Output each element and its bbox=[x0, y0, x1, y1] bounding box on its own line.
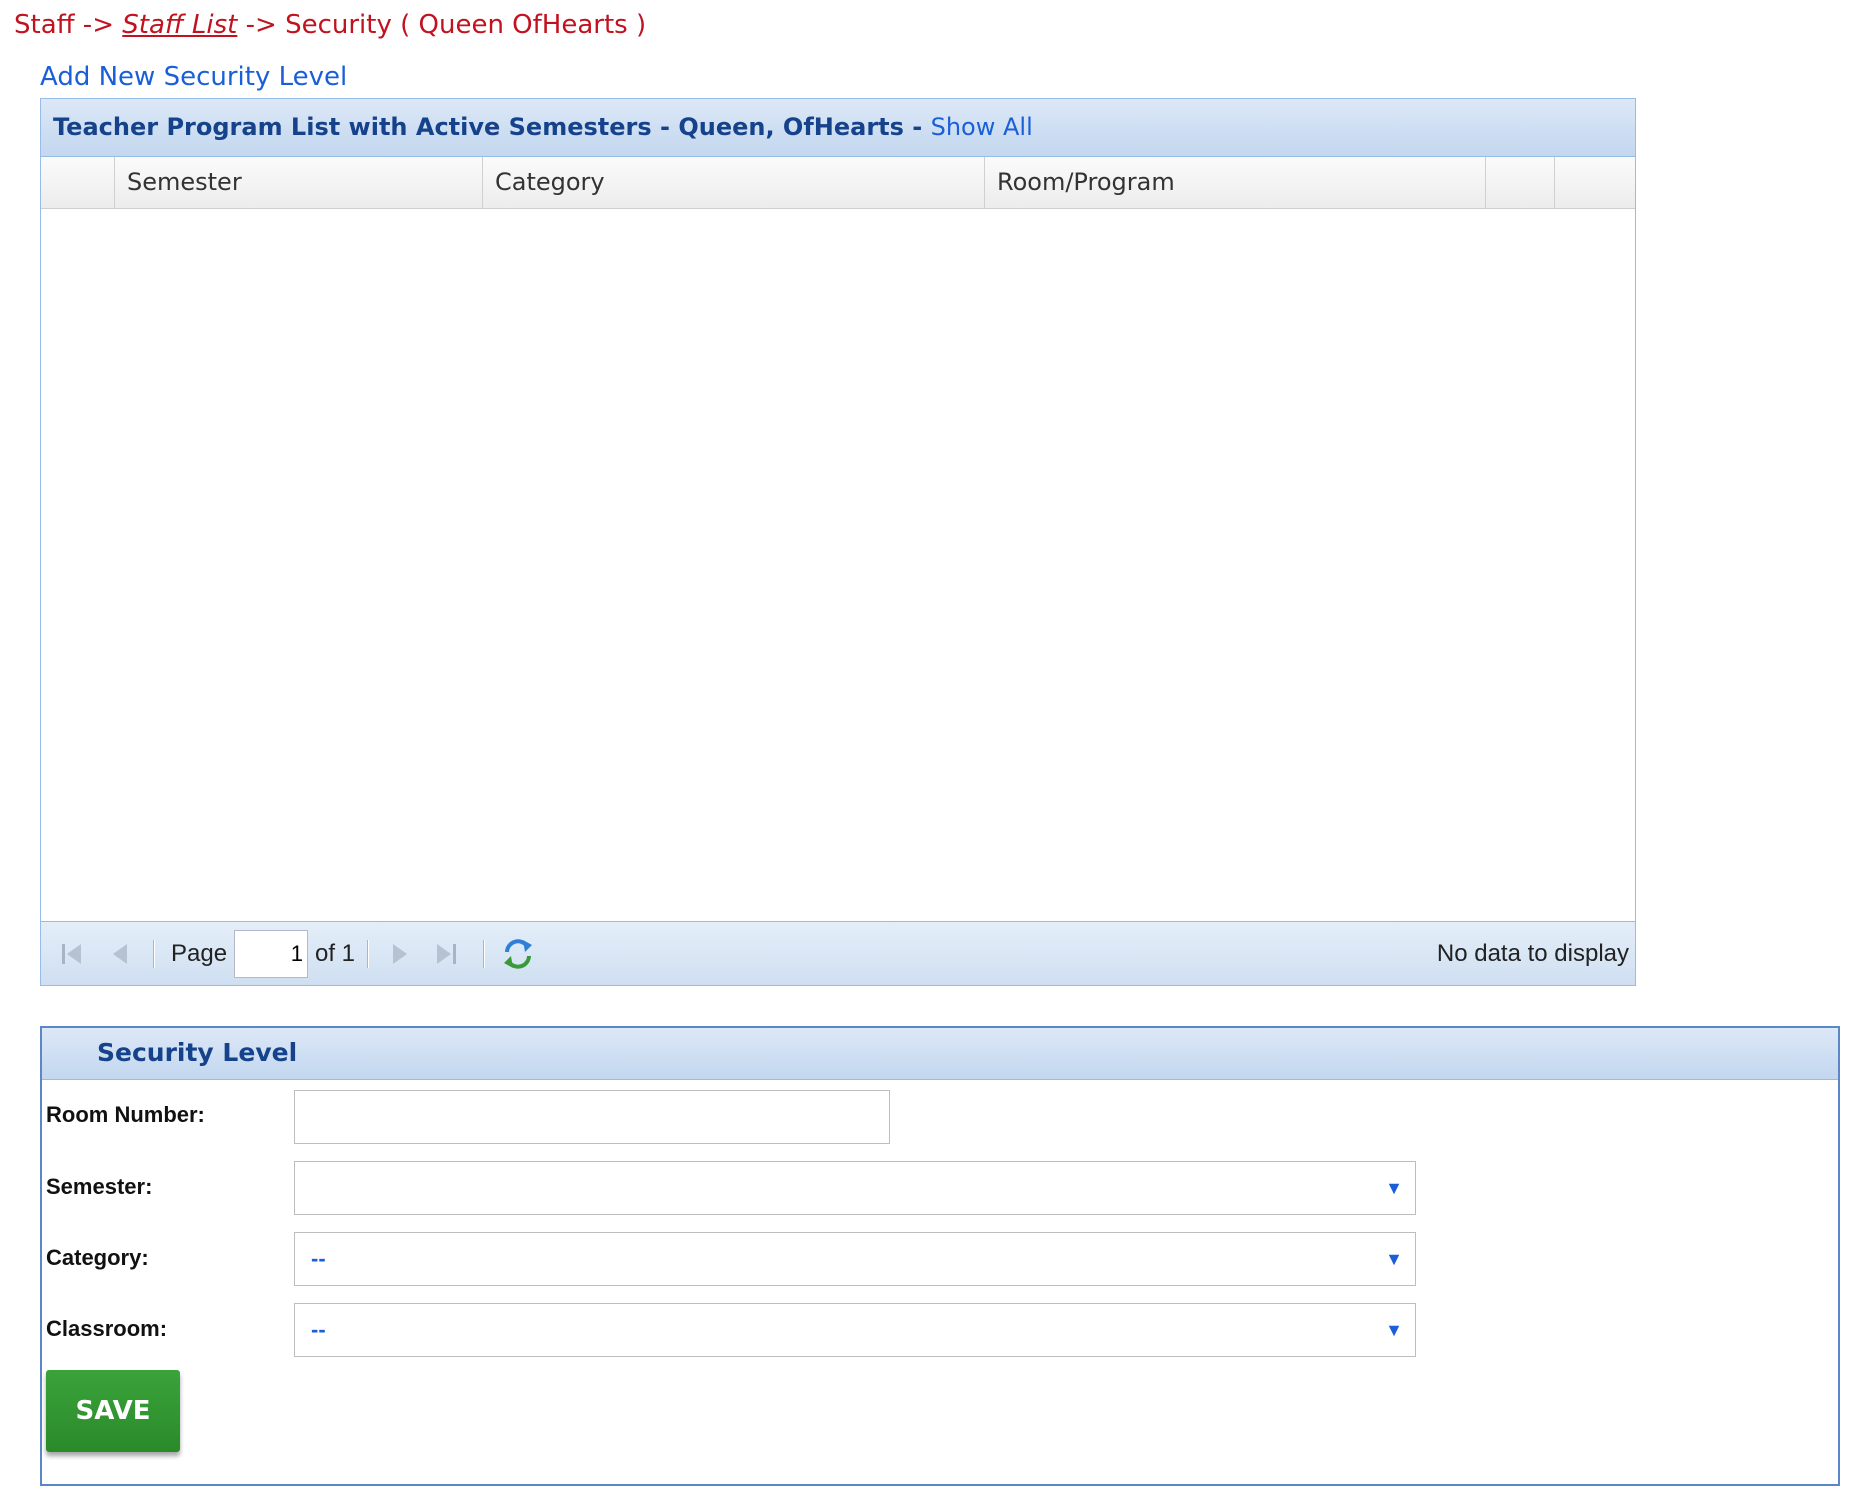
chevron-down-icon: ▼ bbox=[1385, 1178, 1403, 1198]
next-page-icon bbox=[393, 943, 407, 964]
grid-status-text: No data to display bbox=[1436, 939, 1629, 967]
paging-toolbar: Page of 1 No data to displa bbox=[41, 921, 1635, 985]
security-level-panel: Security Level Room Number: Semester: ▼ … bbox=[40, 1026, 1840, 1486]
refresh-icon bbox=[504, 938, 532, 969]
first-page-icon bbox=[62, 943, 81, 964]
breadcrumb-staff-list-link[interactable]: Staff List bbox=[122, 10, 237, 40]
toolbar-separator bbox=[483, 940, 485, 968]
security-level-title: Security Level bbox=[42, 1028, 1838, 1080]
chevron-down-icon: ▼ bbox=[1385, 1249, 1403, 1269]
grid-body bbox=[41, 209, 1635, 921]
grid-title: Teacher Program List with Active Semeste… bbox=[53, 113, 931, 141]
breadcrumb: Staff -> Staff List -> Security ( Queen … bbox=[14, 10, 646, 40]
room-number-input[interactable] bbox=[294, 1090, 890, 1144]
category-select-value: -- bbox=[311, 1246, 326, 1271]
classroom-select[interactable]: -- ▼ bbox=[294, 1303, 1416, 1357]
semester-label: Semester: bbox=[46, 1174, 153, 1199]
last-page-button[interactable] bbox=[433, 922, 459, 985]
room-number-label: Room Number: bbox=[46, 1102, 205, 1127]
classroom-select-value: -- bbox=[311, 1317, 326, 1342]
classroom-label: Classroom: bbox=[46, 1316, 168, 1341]
first-page-button[interactable] bbox=[59, 922, 85, 985]
category-select[interactable]: -- ▼ bbox=[294, 1232, 1416, 1286]
add-new-security-level-link[interactable]: Add New Security Level bbox=[40, 62, 347, 92]
show-all-link[interactable]: Show All bbox=[931, 113, 1033, 141]
semester-select[interactable]: ▼ bbox=[294, 1161, 1416, 1215]
page-label: Page bbox=[171, 939, 228, 967]
next-page-button[interactable] bbox=[389, 922, 411, 985]
grid-title-bar: Teacher Program List with Active Semeste… bbox=[41, 99, 1635, 157]
column-header-room-program[interactable]: Room/Program bbox=[985, 157, 1486, 208]
refresh-button[interactable] bbox=[501, 922, 535, 985]
page-count: of 1 bbox=[315, 939, 356, 967]
save-button[interactable]: SAVE bbox=[46, 1370, 180, 1452]
breadcrumb-current: Security ( Queen OfHearts ) bbox=[285, 10, 647, 40]
category-label: Category: bbox=[46, 1245, 149, 1270]
column-header-action-1[interactable] bbox=[1486, 157, 1555, 208]
last-page-icon bbox=[437, 943, 456, 964]
breadcrumb-separator: -> bbox=[74, 10, 123, 40]
teacher-program-grid: Teacher Program List with Active Semeste… bbox=[40, 98, 1636, 986]
grid-header: Semester Category Room/Program bbox=[41, 157, 1635, 209]
column-header-select[interactable] bbox=[41, 157, 115, 208]
breadcrumb-separator: -> bbox=[237, 10, 286, 40]
breadcrumb-root: Staff bbox=[14, 10, 75, 40]
toolbar-separator bbox=[367, 940, 369, 968]
previous-page-icon bbox=[113, 943, 127, 964]
chevron-down-icon: ▼ bbox=[1385, 1320, 1403, 1340]
previous-page-button[interactable] bbox=[109, 922, 131, 985]
column-header-category[interactable]: Category bbox=[483, 157, 985, 208]
page-number-input[interactable] bbox=[234, 930, 308, 978]
column-header-semester[interactable]: Semester bbox=[115, 157, 483, 208]
toolbar-separator bbox=[153, 940, 155, 968]
column-header-action-2[interactable] bbox=[1555, 157, 1635, 208]
